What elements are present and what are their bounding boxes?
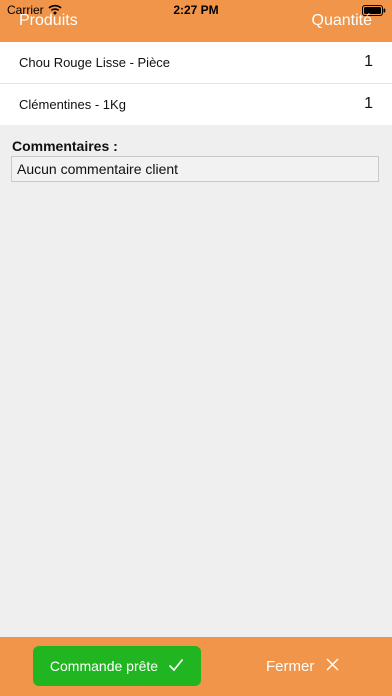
footer-bar: Commande prête Fermer — [0, 637, 392, 696]
close-label: Fermer — [266, 657, 315, 675]
comments-label: Commentaires : — [12, 138, 118, 154]
comments-field[interactable]: Aucun commentaire client — [11, 156, 379, 182]
close-button[interactable]: Fermer — [266, 646, 339, 686]
products-column-header: Produits — [19, 12, 78, 29]
product-quantity: 1 — [364, 53, 373, 70]
checkmark-icon — [168, 658, 184, 675]
close-icon — [326, 657, 339, 675]
order-ready-button[interactable]: Commande prête — [33, 646, 201, 686]
header-bar: Carrier 2:27 PM Produits Quantité — [0, 0, 392, 42]
product-quantity: 1 — [364, 95, 373, 112]
product-name: Clémentines - 1Kg — [19, 97, 126, 112]
list-item[interactable]: Clémentines - 1Kg 1 — [0, 84, 392, 125]
product-list: Chou Rouge Lisse - Pièce 1 Clémentines -… — [0, 42, 392, 125]
order-ready-label: Commande prête — [49, 658, 159, 674]
product-name: Chou Rouge Lisse - Pièce — [19, 55, 171, 70]
quantity-column-header: Quantité — [311, 12, 372, 29]
list-item[interactable]: Chou Rouge Lisse - Pièce 1 — [0, 42, 392, 84]
